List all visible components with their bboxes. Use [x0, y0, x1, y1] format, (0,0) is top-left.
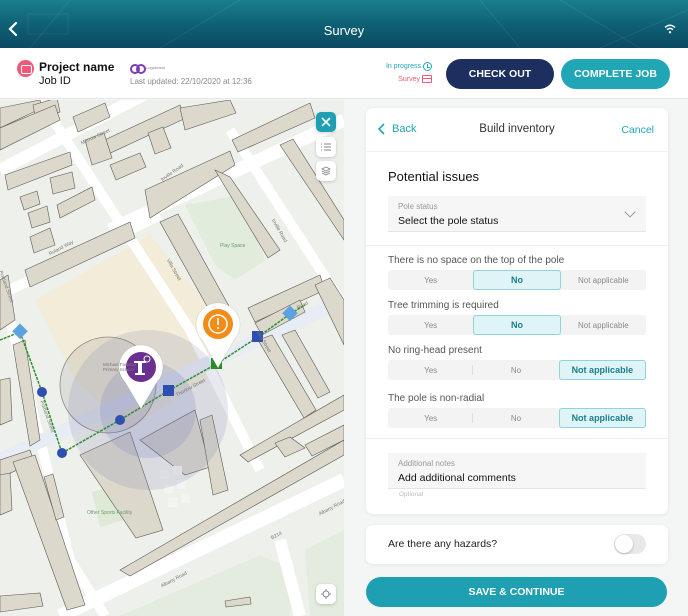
option-no[interactable]: No	[473, 270, 561, 290]
option-not-applicable[interactable]: Not applicable	[561, 270, 646, 290]
close-icon	[321, 117, 331, 127]
pole-status-value: Select the pole status	[398, 215, 499, 227]
check-out-button[interactable]: CHECK OUT	[446, 59, 554, 89]
section-title: Potential issues	[388, 169, 480, 184]
segmented-control-ring-head: Yes No Not applicable	[388, 360, 646, 380]
last-updated: Last updated: 22/10/2020 at 12:36	[130, 77, 252, 86]
building	[19, 190, 41, 211]
project-briefcase-icon	[17, 60, 34, 77]
pole-node	[37, 387, 47, 397]
clock-icon	[423, 62, 432, 71]
question-label: Tree trimming is required	[388, 300, 499, 311]
cancel-button[interactable]: Cancel	[621, 124, 654, 136]
divider	[366, 438, 668, 439]
option-not-applicable[interactable]: Not applicable	[561, 315, 646, 335]
park-label: Other Sports Facility	[87, 510, 133, 516]
map-view[interactable]: Merrow Street Inville Road Inville Road …	[0, 100, 344, 616]
status-progress: In progress	[386, 62, 432, 71]
hazards-toggle[interactable]	[614, 534, 646, 554]
option-yes[interactable]: Yes	[388, 315, 473, 335]
toggle-knob	[615, 535, 633, 553]
pole-status-select[interactable]: Pole status Select the pole status	[388, 196, 646, 232]
building	[0, 377, 13, 426]
building	[0, 592, 44, 613]
project-name: Project name	[39, 60, 115, 74]
segmented-control-tree-trimming: Yes No Not applicable	[388, 315, 646, 335]
question-label: There is no space on the top of the pole	[388, 255, 565, 266]
wifi-icon	[664, 24, 676, 34]
building	[12, 339, 41, 447]
close-map-button[interactable]	[316, 112, 336, 132]
layers-icon	[321, 166, 331, 176]
additional-notes-input[interactable]: Additional notes Add additional comments	[388, 453, 646, 489]
complete-job-button[interactable]: COMPLETE JOB	[561, 59, 670, 89]
pole-node	[57, 448, 67, 458]
status-type-label: Survey	[398, 75, 420, 83]
option-not-applicable[interactable]: Not applicable	[558, 360, 646, 380]
save-continue-button[interactable]: SAVE & CONTINUE	[366, 577, 667, 607]
notes-label: Additional notes	[398, 459, 455, 468]
park-label: Play Space	[220, 243, 246, 249]
status-type: Survey	[398, 75, 432, 83]
pole-status-label: Pole status	[398, 202, 438, 211]
locate-button[interactable]	[316, 584, 336, 604]
panel-header: Back Build inventory Cancel	[366, 108, 668, 152]
school-label: Michael Faraday Primary School	[103, 362, 137, 372]
option-no[interactable]: No	[473, 360, 558, 380]
chevron-down-icon	[624, 206, 636, 218]
option-yes[interactable]: Yes	[388, 270, 473, 290]
notes-placeholder: Add additional comments	[398, 472, 516, 484]
question-label: The pole is non-radial	[388, 393, 485, 404]
divider	[366, 245, 668, 246]
building	[179, 100, 237, 131]
build-inventory-panel: Back Build inventory Cancel Potential is…	[366, 108, 668, 514]
option-yes[interactable]: Yes	[388, 408, 474, 428]
briefcase-icon	[422, 75, 432, 83]
option-not-applicable[interactable]: Not applicable	[558, 408, 646, 428]
option-no[interactable]: No	[473, 315, 561, 335]
segmented-control-non-radial: Yes No Not applicable	[388, 408, 646, 428]
job-id: Job ID	[39, 75, 71, 87]
chamber-node	[163, 385, 174, 396]
notes-hint: Optional	[399, 491, 424, 498]
locate-icon	[321, 589, 331, 599]
page-title: Survey	[323, 23, 365, 38]
brand-logo: Logobrand	[130, 64, 166, 74]
option-yes[interactable]: Yes	[388, 360, 474, 380]
map-canvas[interactable]	[0, 100, 344, 616]
status-progress-label: In progress	[385, 63, 421, 70]
option-no[interactable]: No	[473, 408, 558, 428]
list-icon	[321, 143, 331, 151]
question-label: No ring-head present	[388, 345, 482, 356]
layers-button[interactable]	[316, 161, 336, 181]
hazards-label: Are there any hazards?	[388, 538, 498, 550]
pole-node	[115, 415, 125, 425]
building	[49, 171, 76, 195]
logo-mark-icon	[130, 64, 146, 74]
building	[0, 472, 13, 516]
list-view-button[interactable]	[316, 137, 336, 157]
top-nav-bar: Survey	[0, 0, 688, 48]
logo-text: Logobrand	[146, 64, 166, 70]
building	[109, 152, 147, 181]
building	[27, 205, 51, 229]
segmented-control-no-space: Yes No Not applicable	[388, 270, 646, 290]
